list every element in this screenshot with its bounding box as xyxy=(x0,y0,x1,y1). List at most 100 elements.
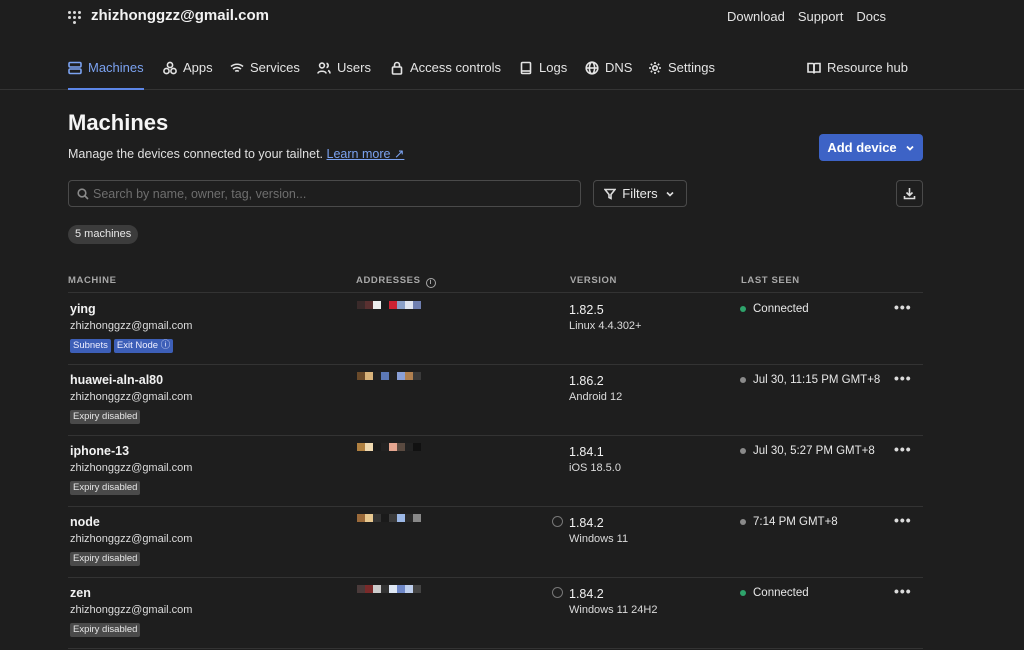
last-seen: Connected xyxy=(740,587,809,599)
col-machine[interactable]: MACHINE xyxy=(68,275,117,286)
tab-label: Services xyxy=(250,60,300,75)
table-row[interactable]: zen zhizhonggzz@gmail.com Expiry disable… xyxy=(68,578,923,649)
search-box[interactable] xyxy=(68,180,581,207)
filter-icon xyxy=(604,188,617,200)
tailscale-logo-icon[interactable] xyxy=(68,11,82,24)
col-last-seen[interactable]: LAST SEEN xyxy=(741,275,800,286)
download-link[interactable]: Download xyxy=(727,9,785,24)
machines-icon xyxy=(68,61,82,75)
machine-address-redacted[interactable] xyxy=(357,443,421,455)
chevron-down-icon xyxy=(666,191,674,197)
blurred-address-pixel xyxy=(397,585,405,593)
blurred-address-pixel xyxy=(373,443,381,451)
resource-hub-label: Resource hub xyxy=(827,60,908,75)
lock-icon xyxy=(391,61,403,75)
users-icon xyxy=(317,62,331,74)
machine-name[interactable]: ying xyxy=(70,302,96,316)
machine-version: 1.86.2 xyxy=(569,374,604,388)
machine-address-redacted[interactable] xyxy=(357,372,421,384)
machine-version: 1.84.2 xyxy=(569,587,604,601)
blurred-address-pixel xyxy=(381,514,389,522)
table-row[interactable]: huawei-aln-al80 zhizhonggzz@gmail.com Ex… xyxy=(68,365,923,436)
main-nav: Machines Apps Services Users Access cont… xyxy=(0,44,1024,90)
add-device-label: Add device xyxy=(827,140,897,155)
machine-address-redacted[interactable] xyxy=(357,301,421,313)
blurred-address-pixel xyxy=(413,514,421,522)
blurred-address-pixel xyxy=(389,372,397,380)
support-link[interactable]: Support xyxy=(798,9,844,24)
machine-tag: Expiry disabled xyxy=(70,552,141,566)
status-dot-icon xyxy=(740,590,746,596)
machine-tag: Subnets xyxy=(70,339,111,353)
col-addresses[interactable]: ADDRESSES i xyxy=(356,275,436,288)
tab-label: Access controls xyxy=(410,60,502,75)
account-name[interactable]: zhizhonggzz@gmail.com xyxy=(91,7,269,24)
filters-button[interactable]: Filters xyxy=(593,180,687,207)
gear-icon xyxy=(649,62,661,74)
row-menu-icon[interactable]: ••• xyxy=(894,299,912,315)
tab-users[interactable]: Users xyxy=(317,60,371,90)
status-dot-icon xyxy=(740,377,746,383)
docs-link[interactable]: Docs xyxy=(856,9,886,24)
machine-tag: Expiry disabled xyxy=(70,481,141,495)
blurred-address-pixel xyxy=(413,301,421,309)
tab-services[interactable]: Services xyxy=(230,60,300,90)
machine-tags: Expiry disabled xyxy=(70,410,141,424)
blurred-address-pixel xyxy=(413,372,421,380)
blurred-address-pixel xyxy=(405,585,413,593)
machine-tags: Expiry disabled xyxy=(70,623,141,637)
col-version[interactable]: VERSION xyxy=(570,275,617,286)
tab-logs[interactable]: Logs xyxy=(519,60,567,90)
machine-name[interactable]: huawei-aln-al80 xyxy=(70,373,163,387)
machine-name[interactable]: node xyxy=(70,515,100,529)
row-menu-icon[interactable]: ••• xyxy=(894,441,912,457)
search-input[interactable] xyxy=(93,184,573,204)
blurred-address-pixel xyxy=(357,443,365,451)
blurred-address-pixel xyxy=(413,443,421,451)
table-row[interactable]: ying zhizhonggzz@gmail.com Subnets Exit N… xyxy=(68,294,923,365)
machine-name[interactable]: zen xyxy=(70,586,91,600)
row-menu-icon[interactable]: ••• xyxy=(894,512,912,528)
download-icon xyxy=(903,188,916,200)
blurred-address-pixel xyxy=(357,301,365,309)
machine-address-redacted[interactable] xyxy=(357,585,421,597)
machine-version: 1.82.5 xyxy=(569,303,604,317)
blurred-address-pixel xyxy=(365,301,373,309)
blurred-address-pixel xyxy=(365,372,373,380)
blurred-address-pixel xyxy=(381,585,389,593)
blurred-address-pixel xyxy=(413,585,421,593)
table-row[interactable]: iphone-13 zhizhonggzz@gmail.com Expiry d… xyxy=(68,436,923,507)
machine-owner: zhizhonggzz@gmail.com xyxy=(70,462,193,474)
status-dot-icon xyxy=(740,448,746,454)
add-device-button[interactable]: Add device xyxy=(819,134,923,161)
blurred-address-pixel xyxy=(373,372,381,380)
tab-settings[interactable]: Settings xyxy=(648,60,715,90)
export-download-button[interactable] xyxy=(896,180,923,207)
wifi-icon xyxy=(230,63,244,72)
resource-hub-link[interactable]: Resource hub xyxy=(807,60,908,90)
machine-address-redacted[interactable] xyxy=(357,514,421,526)
tab-apps[interactable]: Apps xyxy=(163,60,213,90)
last-seen: Connected xyxy=(740,303,809,315)
row-menu-icon[interactable]: ••• xyxy=(894,370,912,386)
update-available-icon[interactable] xyxy=(552,587,563,598)
tab-dns[interactable]: DNS xyxy=(585,60,632,90)
machine-os: Windows 11 24H2 xyxy=(569,604,658,616)
machine-tag: Exit Node ⓘ xyxy=(113,339,174,353)
learn-more-link[interactable]: Learn more ↗ xyxy=(327,147,405,161)
blurred-address-pixel xyxy=(381,372,389,380)
machine-name[interactable]: iphone-13 xyxy=(70,444,129,458)
update-available-icon[interactable] xyxy=(552,516,563,527)
blurred-address-pixel xyxy=(389,585,397,593)
last-seen: Jul 30, 5:27 PM GMT+8 xyxy=(740,445,875,457)
machine-tag: Expiry disabled xyxy=(70,623,141,637)
info-icon[interactable]: i xyxy=(425,278,436,288)
row-menu-icon[interactable]: ••• xyxy=(894,583,912,599)
subtitle-text: Manage the devices connected to your tai… xyxy=(68,147,324,161)
tab-machines[interactable]: Machines xyxy=(68,60,144,90)
blurred-address-pixel xyxy=(373,301,381,309)
table-row[interactable]: node zhizhonggzz@gmail.com Expiry disabl… xyxy=(68,507,923,578)
machine-owner: zhizhonggzz@gmail.com xyxy=(70,391,193,403)
last-seen: 7:14 PM GMT+8 xyxy=(740,516,838,528)
tab-access-controls[interactable]: Access controls xyxy=(390,60,501,90)
